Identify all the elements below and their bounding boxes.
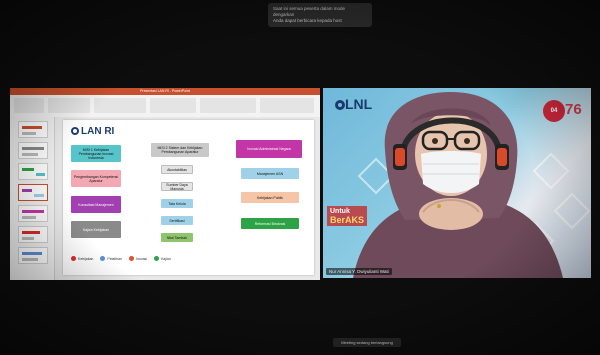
box-reformasi: Reformasi Birokrasi bbox=[241, 218, 299, 229]
slide-thumbnail[interactable] bbox=[18, 205, 48, 222]
slide-thumbnail[interactable] bbox=[18, 142, 48, 159]
box-misi-1: MISI 1 Kebijakan Pembangunan Inovasi Ind… bbox=[71, 145, 121, 162]
ribbon-group-clipboard[interactable] bbox=[14, 98, 44, 113]
slide-legend: Kebijakan Pelatihan Inovasi Kajian bbox=[71, 256, 171, 261]
notification-banner: Saat ini semua peserta dalam mode dengar… bbox=[268, 3, 372, 27]
slide-logo: LAN RI bbox=[71, 126, 114, 137]
legend-item: Kajian bbox=[154, 256, 171, 261]
box-nilai-tambah: Nilai Tambah bbox=[161, 233, 193, 242]
shared-screen[interactable]: Presentasi LAN RI - PowerPoint LAN RI MI… bbox=[10, 88, 320, 280]
slide-thumbnail[interactable] bbox=[18, 247, 48, 264]
box-kebijakan-publik: Kebijakan Publik bbox=[241, 192, 299, 203]
ribbon-group-slides[interactable] bbox=[48, 98, 90, 113]
participant-video-tile[interactable]: LNL 04 76 Untuk BerAKS Nur Annisa Y. Dwi… bbox=[323, 88, 591, 278]
box-sdm: Sumber Daya Manusia bbox=[161, 182, 193, 191]
current-slide: LAN RI MISI 1 Kebijakan Pembangunan Inov… bbox=[63, 120, 314, 275]
ribbon-group-editing[interactable] bbox=[260, 98, 314, 113]
ribbon-group-paragraph[interactable] bbox=[150, 98, 196, 113]
legend-item: Pelatihan bbox=[100, 256, 122, 261]
box-pengembangan: Pengembangan Kompetensi Aparatur bbox=[71, 170, 121, 187]
slide-thumbnail-active[interactable] bbox=[18, 184, 48, 201]
notification-line-2: Anda dapat berbicara kepada host bbox=[273, 18, 342, 23]
slide-thumbnail[interactable] bbox=[18, 226, 48, 243]
slide-thumbnail[interactable] bbox=[18, 163, 48, 180]
ppt-ribbon[interactable] bbox=[10, 95, 320, 118]
notification-line-1: Saat ini semua peserta dalam mode dengar… bbox=[273, 6, 346, 17]
box-misi-2: MISI 2 Sistem dan Kebijakan Pembangunan … bbox=[151, 143, 209, 157]
legend-dot-icon bbox=[128, 256, 134, 261]
ppt-workspace: LAN RI MISI 1 Kebijakan Pembangunan Inov… bbox=[10, 117, 320, 280]
legend-item: Kebijakan bbox=[71, 256, 93, 261]
box-konsultasi: Konsultasi Manajemen bbox=[71, 196, 121, 213]
ppt-title-bar: Presentasi LAN RI - PowerPoint bbox=[10, 88, 320, 95]
box-sertifikasi: Sertifikasi bbox=[161, 216, 193, 225]
slide-thumbnail[interactable] bbox=[18, 121, 48, 138]
lan-ring-icon bbox=[71, 127, 79, 136]
ribbon-group-font[interactable] bbox=[94, 98, 146, 113]
ribbon-group-drawing[interactable] bbox=[200, 98, 256, 113]
legend-dot-icon bbox=[100, 256, 106, 261]
participant-figure bbox=[353, 92, 563, 278]
box-inovasi: Inovasi Administrasi Negara bbox=[236, 140, 302, 158]
legend-item: Inovasi bbox=[128, 256, 147, 261]
meeting-status-indicator: Meeting sedang berlangsung bbox=[333, 338, 401, 347]
participant-name-label: Nur Annisa Y. Dwiyulianti Wati bbox=[326, 268, 392, 275]
box-manajemen-asn: Manajemen ASN bbox=[241, 168, 299, 179]
box-kajian: Kajian Kebijakan bbox=[71, 221, 121, 238]
box-akuntabilitas: Akuntabilitas bbox=[161, 165, 193, 174]
box-tata-kelola: Tata Kelola bbox=[161, 199, 193, 208]
slide-thumbnail-panel[interactable] bbox=[10, 117, 55, 280]
legend-dot-icon bbox=[71, 256, 76, 261]
legend-dot-icon bbox=[154, 256, 160, 261]
